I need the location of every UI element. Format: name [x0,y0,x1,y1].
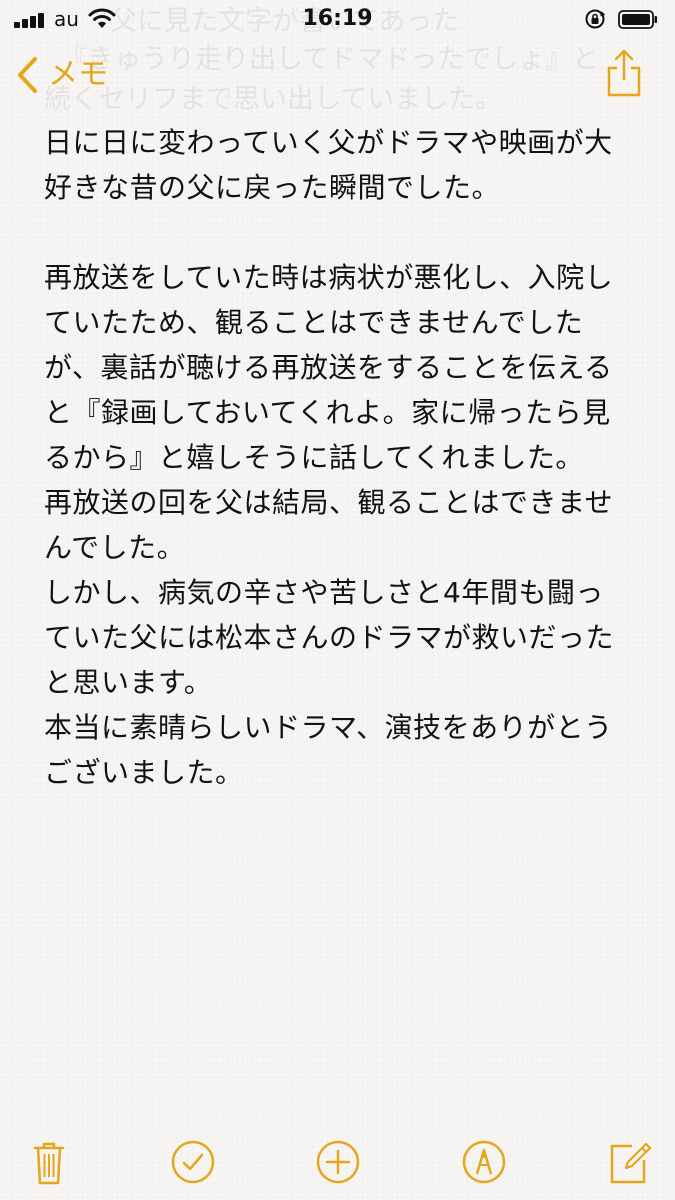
note-line: るから』と嬉しそうに話してくれました。 [44,441,584,474]
note-line: んでした。 [44,531,186,564]
chevron-left-icon [18,57,37,93]
checkmark-circle-icon[interactable] [169,1138,217,1186]
pen-circle-icon[interactable] [460,1138,508,1186]
note-line: と『録画しておいてくれよ。家に帰ったら見 [44,396,611,429]
plus-circle-icon[interactable] [314,1138,362,1186]
note-line: ていたため、観ることはできませんでした [44,306,584,339]
compose-icon[interactable] [606,1138,654,1186]
bottom-toolbar [0,1120,675,1200]
note-body[interactable]: 日に日に変わっていく父がドラマや映画が大 好きな昔の父に戻った瞬間でした。 再放… [44,120,634,795]
note-line: しかし、病気の辛さや苦しさと4年間も闘っ [44,576,604,609]
share-icon[interactable] [604,48,644,98]
note-line: が、裏話が聴ける再放送をすることを伝える [44,351,613,384]
status-time: 16:19 [302,6,373,31]
note-line: 日に日に変わっていく父がドラマや映画が大 [44,126,613,159]
battery-icon [618,10,657,29]
note-line: ていた父には松本さんのドラマが救いだった [44,621,615,654]
note-line: 本当に素晴らしいドラマ、演技をありがとう [44,711,613,744]
back-label: メモ [48,57,108,92]
note-line: 好きな昔の父に戻った瞬間でした。 [44,171,501,204]
note-line: ございました。 [44,756,244,789]
note-line: と思います。 [44,666,213,699]
status-bar: au 16:19 [0,0,675,40]
note-line [44,210,634,255]
note-line: 再放送の回を父は結局、観ることはできませ [44,486,614,519]
ghost-text-line-2: 『きゅうり走り出してドマドったでしょ』と [60,44,600,75]
rotation-lock-icon [585,9,606,29]
note-line: 再放送をしていた時は病状が悪化し、入院し [44,261,614,294]
trash-icon[interactable] [25,1138,73,1186]
back-button[interactable]: メモ [16,52,108,98]
ghost-text-line-3: 続くセリフまで思い出していました。 [44,84,503,115]
